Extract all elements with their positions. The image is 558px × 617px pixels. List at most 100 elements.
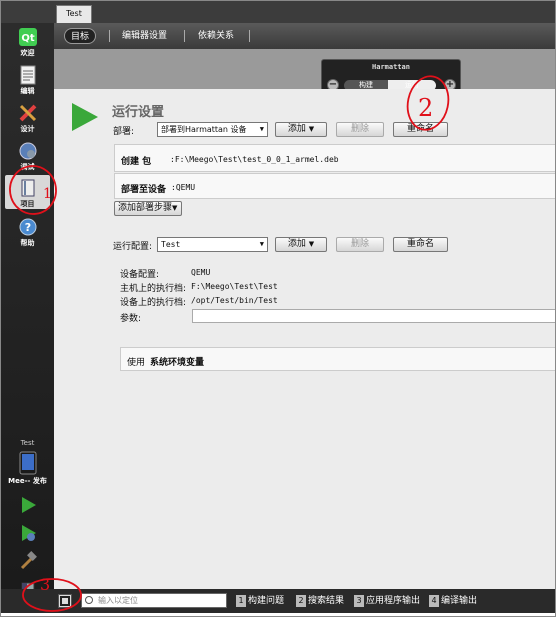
add-deploy-step-label: 添加部署步骤 [118, 203, 173, 213]
create-package-label: 创建 包 [121, 157, 152, 167]
qt-creator-window: Test Qt 欢迎 编辑 设计 调试 项目 ? 帮助 Test Mee-- 发… [0, 0, 556, 617]
environment-panel[interactable]: 使用 系统环境变量 [120, 347, 555, 371]
arguments-label: 参数: [120, 314, 142, 324]
run-settings-panel: 运行设置 部署: 部署到Harmattan 设备 ▼ 添加 ▼ 删除 重命名 创建… [54, 89, 555, 589]
help-icon: ? [19, 218, 36, 236]
tab-separator [249, 30, 250, 42]
target-strip: Harmattan − 构建 运行 + [54, 49, 555, 97]
host-executable-label: 主机上的执行档: [120, 284, 187, 294]
chevron-down-icon: ▼ [259, 240, 264, 248]
tab-number: 4 [429, 595, 439, 607]
output-status-bar: 输入以定位 1 构建问题 2 搜索结果 3 应用程序输出 4 编译输出 [1, 589, 555, 613]
package-path: :F:\Meego\Test\test_0_0_1_armel.deb [170, 155, 339, 164]
document-icon [20, 65, 35, 85]
deploy-combo-value: 部署到Harmattan 设备 [161, 125, 247, 134]
tab-label: 编译输出 [441, 596, 478, 606]
mode-label: 设计 [20, 125, 35, 133]
tab-editor-settings[interactable]: 编辑器设置 [116, 28, 173, 44]
editor-tab-strip: Test [1, 1, 555, 23]
tab-targets[interactable]: 目标 [64, 28, 97, 44]
run-config-label: 运行配置: [113, 242, 153, 252]
output-tab-build-issues[interactable]: 1 构建问题 [236, 594, 284, 608]
svg-text:?: ? [24, 221, 30, 234]
search-icon [85, 596, 93, 604]
deploy-rename-button[interactable]: 重命名 [393, 122, 448, 137]
mode-help[interactable]: ? 帮助 [5, 217, 50, 248]
run-add-button[interactable]: 添加 ▼ [275, 237, 327, 252]
qt-logo-icon: Qt [18, 28, 37, 46]
deploy-device-value: :QEMU [171, 183, 196, 192]
file-tab-test[interactable]: Test [56, 5, 92, 23]
mode-label: 欢迎 [20, 49, 35, 57]
mode-debug[interactable]: 调试 [5, 141, 50, 172]
deploy-remove-button[interactable]: 删除 [336, 122, 384, 137]
deploy-config-combo[interactable]: 部署到Harmattan 设备 ▼ [157, 122, 268, 137]
mode-label: 调试 [20, 163, 35, 171]
output-toggle-button[interactable] [58, 594, 72, 608]
mode-label: 编辑 [20, 87, 35, 95]
run-settings-title: 运行设置 [112, 105, 165, 120]
mode-label: 项目 [20, 200, 35, 208]
run-config-combo[interactable]: Test ▼ [157, 237, 268, 252]
deploy-add-label: 添加 [287, 124, 306, 134]
env-value: 系统环境变量 [150, 358, 205, 368]
device-executable-label: 设备上的执行档: [120, 298, 187, 308]
tab-label: 搜索结果 [308, 596, 345, 606]
output-tab-search-results[interactable]: 2 搜索结果 [296, 594, 344, 608]
run-config-value: Test [161, 240, 181, 249]
debug-run-button[interactable] [5, 523, 50, 544]
run-remove-button[interactable]: 删除 [336, 237, 384, 252]
tab-separator [184, 30, 185, 42]
search-placeholder: 输入以定位 [98, 596, 138, 605]
host-executable-value: F:\Meego\Test\Test [191, 282, 278, 291]
env-prefix: 使用 [127, 358, 146, 368]
project-header: 目标 编辑器设置 依赖关系 [54, 23, 555, 49]
device-config-value: QEMU [191, 268, 211, 277]
chevron-down-icon: ▼ [308, 125, 315, 133]
tab-number: 1 [236, 595, 246, 607]
deploy-to-device-label: 部署至设备 [121, 185, 167, 195]
chevron-down-icon: ▼ [308, 240, 315, 248]
tab-separator [109, 30, 110, 42]
wrench-folder-icon [21, 179, 34, 197]
run-rename-button[interactable]: 重命名 [393, 237, 448, 252]
chevron-down-icon: ▼ [259, 125, 264, 133]
add-deploy-step-button[interactable]: 添加部署步骤▼ [114, 201, 182, 216]
create-package-step[interactable]: 创建 包 :F:\Meego\Test\test_0_0_1_armel.deb [114, 144, 555, 172]
tab-number: 2 [296, 595, 306, 607]
mode-design[interactable]: 设计 [5, 103, 50, 134]
tab-label: 应用程序输出 [366, 596, 421, 606]
output-tab-compile-output[interactable]: 4 编译输出 [429, 594, 477, 608]
mode-projects[interactable]: 项目 [5, 175, 50, 209]
run-add-label: 添加 [287, 239, 306, 249]
deploy-add-button[interactable]: 添加 ▼ [275, 122, 327, 137]
chevron-down-icon: ▼ [172, 204, 178, 212]
run-settings-play-icon [72, 103, 98, 131]
tab-label: 构建问题 [248, 596, 285, 606]
device-executable-value: /opt/Test/bin/Test [191, 296, 278, 305]
mode-sidebar: Qt 欢迎 编辑 设计 调试 项目 ? 帮助 Test Mee-- 发布 [1, 23, 54, 613]
device-config-label: 设备配置: [120, 270, 160, 280]
run-button[interactable] [5, 495, 50, 516]
target-project-label: Test [20, 439, 35, 447]
output-tab-app-output[interactable]: 3 应用程序输出 [354, 594, 420, 608]
svg-text:Qt: Qt [21, 33, 35, 44]
tab-dependencies[interactable]: 依赖关系 [192, 28, 240, 44]
selector-target-title: Harmattan [372, 63, 410, 71]
locator-search-input[interactable]: 输入以定位 [81, 593, 227, 608]
tab-number: 3 [354, 595, 364, 607]
arguments-input[interactable] [192, 309, 555, 323]
output-pane-icon [60, 596, 70, 606]
device-icon [19, 451, 36, 475]
target-selector[interactable]: Mee-- 发布 [5, 451, 50, 486]
run-icon [21, 497, 36, 513]
target-kit-label: Mee-- 发布 [8, 477, 47, 485]
debug-run-icon [21, 525, 36, 541]
mode-welcome[interactable]: Qt 欢迎 [5, 27, 50, 58]
mode-edit[interactable]: 编辑 [5, 65, 50, 96]
design-pencil-icon [19, 104, 36, 122]
deploy-to-device-step[interactable]: 部署至设备 :QEMU [114, 173, 555, 199]
build-button[interactable] [5, 551, 50, 572]
bug-icon [19, 142, 36, 160]
hammer-icon [20, 551, 37, 570]
